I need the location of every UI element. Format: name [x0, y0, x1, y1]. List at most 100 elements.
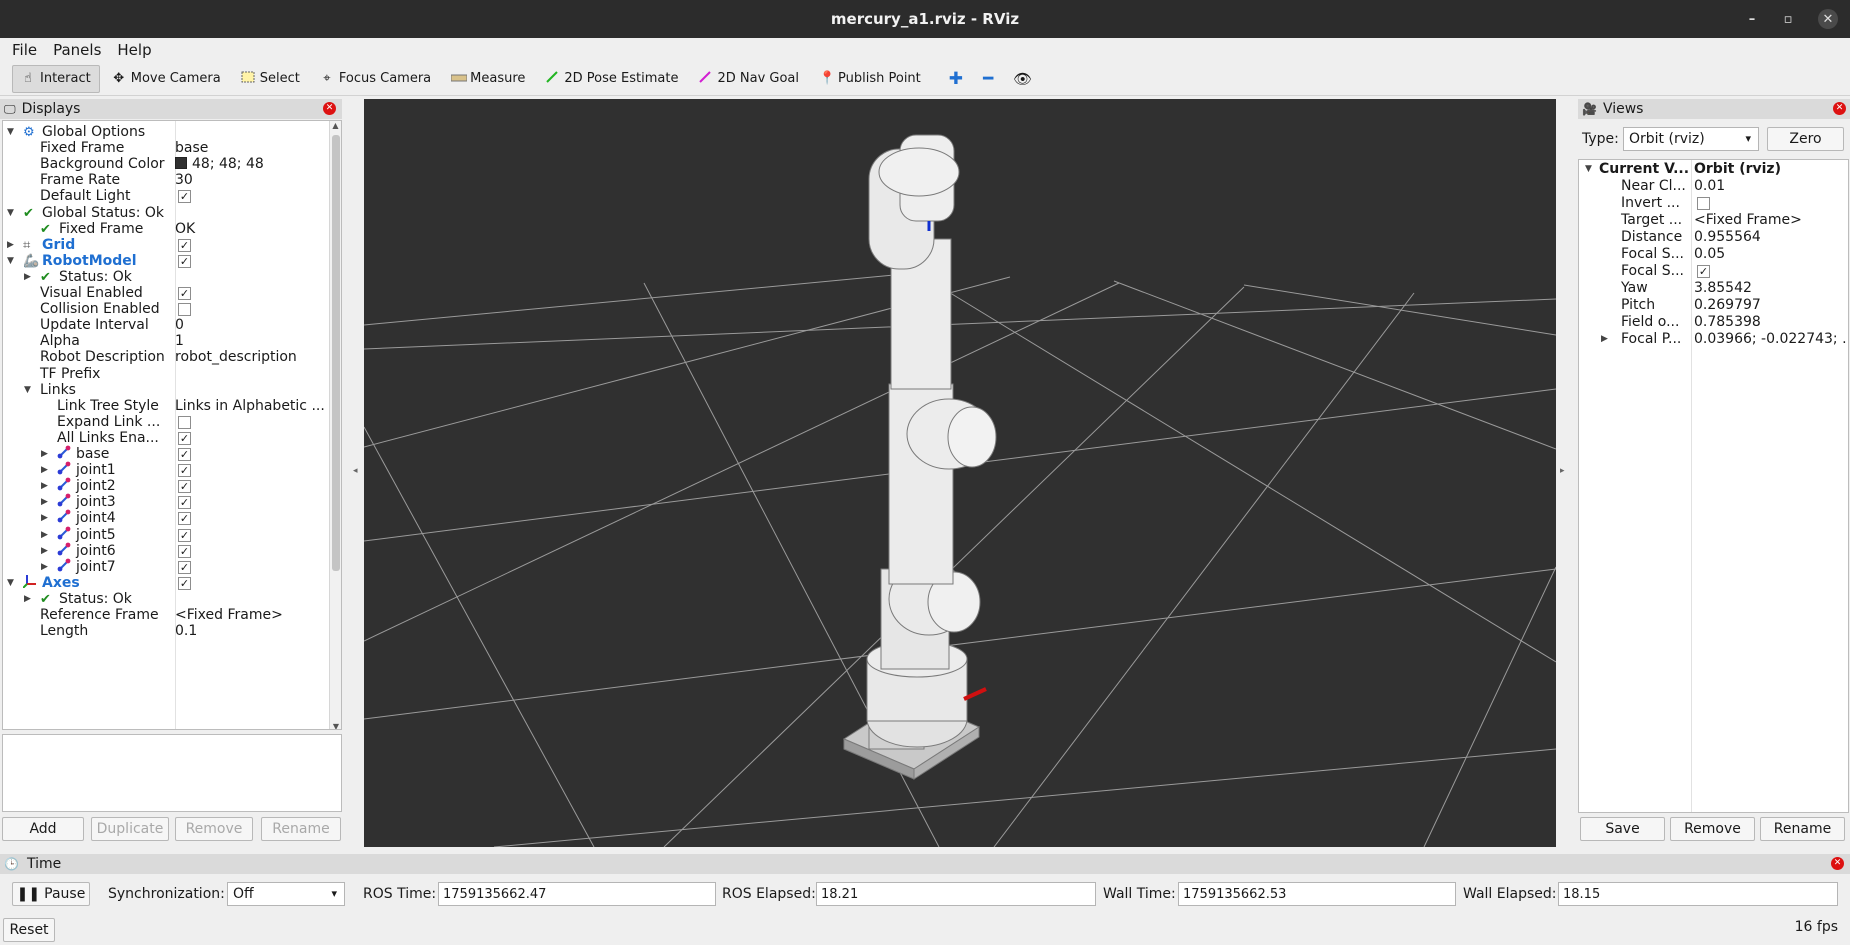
- sync-label: Synchronization:: [108, 886, 225, 902]
- display-row-checkbox[interactable]: [178, 303, 191, 317]
- time-panel-title: Time: [26, 856, 62, 872]
- display-row-checkbox[interactable]: ✓: [178, 528, 191, 542]
- display-row-checkbox[interactable]: ✓: [178, 464, 191, 478]
- save-view-button[interactable]: Save: [1580, 817, 1665, 841]
- select-box-icon: [241, 71, 255, 87]
- ros-time-field[interactable]: [438, 882, 716, 906]
- 3d-render-viewport[interactable]: [364, 99, 1556, 847]
- hand-pointer-icon: ☝: [24, 71, 32, 86]
- rename-display-button[interactable]: Rename: [261, 817, 341, 841]
- display-row-checkbox[interactable]: ✓: [178, 254, 191, 268]
- display-row-checkbox[interactable]: ✓: [178, 431, 191, 445]
- reset-button[interactable]: Reset: [3, 918, 55, 942]
- sync-dropdown[interactable]: Off: [227, 882, 345, 906]
- display-row-value[interactable]: 30: [175, 172, 193, 188]
- remove-view-button[interactable]: Remove: [1670, 817, 1755, 841]
- display-row-value[interactable]: Links in Alphabetic ...: [175, 398, 325, 414]
- display-row-value[interactable]: 48; 48; 48: [192, 156, 264, 172]
- maximize-button[interactable]: ▫: [1770, 0, 1806, 38]
- zero-view-button[interactable]: Zero: [1767, 127, 1844, 151]
- display-row-checkbox[interactable]: [178, 415, 191, 429]
- close-displays-panel-button[interactable]: ✕: [323, 102, 336, 115]
- expand-toggle-icon[interactable]: ▶: [1601, 330, 1608, 349]
- display-row-checkbox[interactable]: ✓: [178, 238, 191, 252]
- ros-elapsed-field[interactable]: [816, 882, 1096, 906]
- remove-tool-button[interactable]: ━: [975, 65, 1001, 93]
- display-row-value[interactable]: <Fixed Frame>: [175, 607, 283, 623]
- display-row-checkbox[interactable]: ✓: [178, 512, 191, 526]
- interact-tool-button[interactable]: ☝ Interact: [12, 64, 100, 93]
- display-row-checkbox[interactable]: ✓: [178, 544, 191, 558]
- displays-tree[interactable]: ▼ ⚙ Global Options Fixed Frame base Backgroun…: [2, 120, 342, 730]
- tree-scrollbar[interactable]: ▲ ▼: [329, 121, 341, 729]
- select-tool-button[interactable]: Select: [233, 65, 308, 93]
- display-row-checkbox[interactable]: ✓: [178, 496, 191, 510]
- time-panel-header: 🕒 Time ✕: [0, 854, 1850, 874]
- add-tool-button[interactable]: ✚: [941, 65, 971, 93]
- wall-time-label: Wall Time:: [1103, 886, 1176, 902]
- camera-icon: 🎥: [1582, 102, 1597, 116]
- menu-file[interactable]: File: [4, 41, 45, 59]
- scene-svg: [364, 134, 1556, 847]
- display-row-value-cell[interactable]: 0.1: [175, 622, 197, 641]
- displays-panel-header: 🖵 Displays ✕: [0, 99, 342, 119]
- fps-indicator: 16 fps: [1794, 919, 1838, 935]
- displays-panel-title: Displays: [21, 101, 81, 117]
- collapse-right-panel-arrow[interactable]: ▸: [1560, 466, 1565, 476]
- display-row-checkbox[interactable]: ✓: [178, 560, 191, 574]
- window-title: mercury_a1.rviz - RViz: [830, 10, 1020, 28]
- remove-display-button[interactable]: Remove: [175, 817, 253, 841]
- display-row-checkbox[interactable]: ✓: [178, 576, 191, 590]
- display-row-value[interactable]: 0.1: [175, 623, 197, 639]
- nav-goal-tool-button[interactable]: 2D Nav Goal: [690, 65, 807, 93]
- wall-elapsed-field[interactable]: [1558, 882, 1838, 906]
- duplicate-display-button[interactable]: Duplicate: [91, 817, 169, 841]
- display-description-box: [2, 734, 342, 812]
- display-row-value[interactable]: base: [175, 140, 208, 156]
- close-window-button[interactable]: ✕: [1806, 0, 1850, 38]
- pause-button[interactable]: ❚❚ Pause: [12, 882, 90, 906]
- measure-tool-button[interactable]: Measure: [443, 65, 533, 93]
- display-row-value[interactable]: 0: [175, 317, 184, 333]
- display-row-value[interactable]: 1: [175, 333, 184, 349]
- view-prop-checkbox[interactable]: ✓: [1697, 265, 1710, 278]
- ground-grid: [364, 274, 1556, 847]
- color-swatch[interactable]: [175, 157, 187, 170]
- view-prop-value[interactable]: 0.03966; -0.022743; ...: [1694, 330, 1848, 349]
- plus-icon: ✚: [948, 68, 964, 89]
- display-row-checkbox[interactable]: ✓: [178, 480, 191, 494]
- rename-view-button[interactable]: Rename: [1760, 817, 1845, 841]
- close-time-panel-button[interactable]: ✕: [1831, 857, 1844, 870]
- display-row-length[interactable]: Length 0.1: [3, 622, 341, 641]
- pose-estimate-tool-button[interactable]: 2D Pose Estimate: [537, 65, 686, 93]
- minimize-button[interactable]: –: [1734, 0, 1770, 38]
- map-pin-icon: 📍: [819, 71, 836, 86]
- display-row-value[interactable]: OK: [175, 221, 195, 237]
- display-row-checkbox[interactable]: ✓: [178, 448, 191, 461]
- menu-panels[interactable]: Panels: [45, 41, 109, 59]
- move-camera-icon: ✥: [113, 71, 125, 86]
- display-row-value[interactable]: robot_description: [175, 349, 297, 365]
- add-display-button[interactable]: Add: [2, 817, 84, 841]
- monitor-icon: 🖵: [4, 101, 16, 116]
- minus-icon: ━: [983, 68, 994, 89]
- menu-help[interactable]: Help: [109, 41, 159, 59]
- green-arrow-icon: [545, 70, 559, 88]
- display-row-checkbox[interactable]: ✓: [178, 190, 191, 204]
- view-prop-checkbox[interactable]: [1697, 197, 1710, 210]
- tool-properties-button[interactable]: 👁: [1005, 65, 1040, 93]
- publish-point-tool-button[interactable]: 📍 Publish Point: [811, 65, 929, 93]
- move-camera-tool-button[interactable]: ✥ Move Camera: [104, 65, 229, 93]
- collapse-left-panel-arrow[interactable]: ◂: [353, 466, 358, 476]
- ros-elapsed-label: ROS Elapsed:: [722, 886, 816, 902]
- focus-camera-tool-button[interactable]: ⌖ Focus Camera: [312, 65, 439, 93]
- display-row-checkbox[interactable]: ✓: [178, 287, 191, 300]
- close-views-panel-button[interactable]: ✕: [1833, 102, 1846, 115]
- wall-time-field[interactable]: [1178, 882, 1456, 906]
- ruler-icon: [450, 71, 468, 86]
- view-prop-row-focal-p[interactable]: ▶ Focal P... 0.03966; -0.022743; ...: [1579, 330, 1848, 349]
- view-properties-tree[interactable]: ▼ Current V... Orbit (rviz) Near Cl... 0.…: [1578, 159, 1849, 813]
- view-type-dropdown[interactable]: Orbit (rviz): [1623, 127, 1759, 151]
- crosshair-icon: ⌖: [323, 71, 331, 86]
- view-type-label: Type:: [1582, 131, 1619, 147]
